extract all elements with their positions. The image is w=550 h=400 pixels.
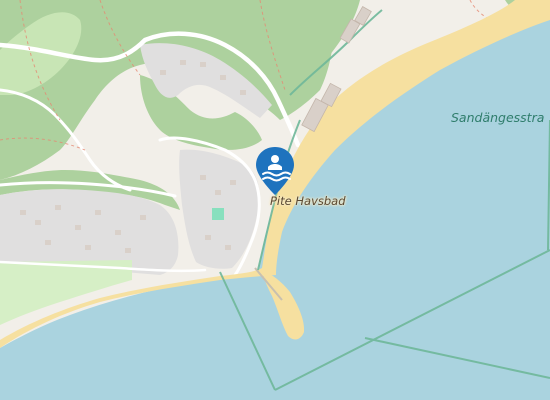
map-canvas[interactable]: Pite Havsbad Sandängesstra xyxy=(0,0,550,400)
map-marker[interactable] xyxy=(253,145,297,197)
map-tiles xyxy=(0,0,550,400)
sports-pitch xyxy=(212,208,224,220)
swimming-icon xyxy=(256,147,294,195)
